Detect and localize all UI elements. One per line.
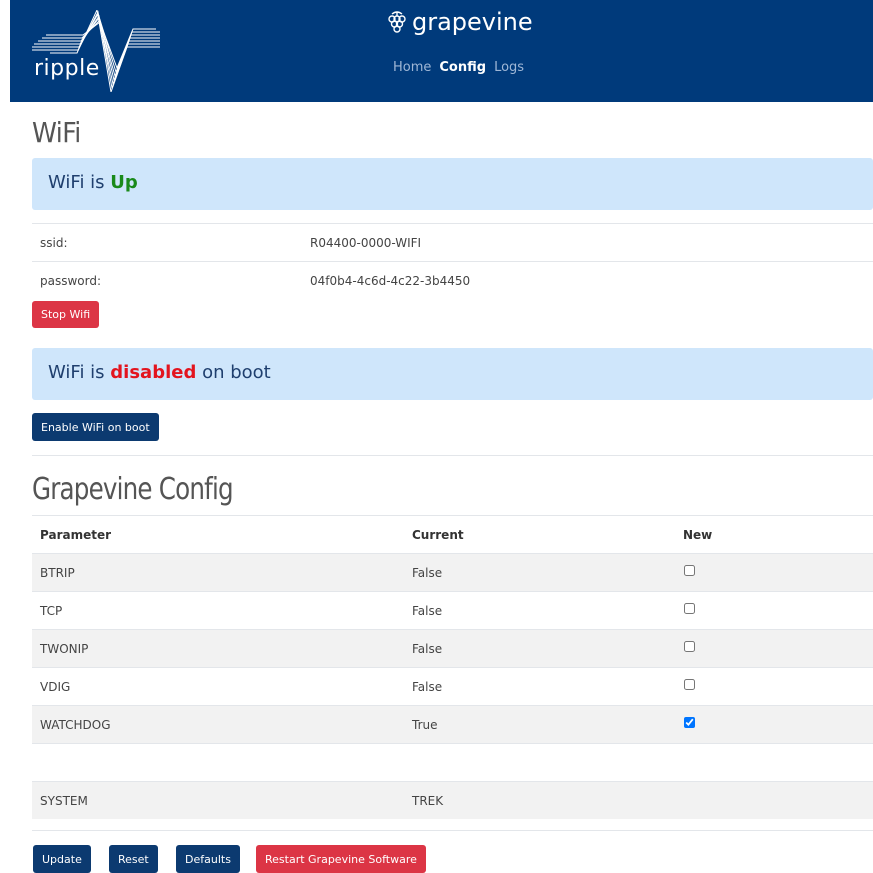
table-bottom-divider xyxy=(32,830,873,831)
table-row: SYSTEM TREK xyxy=(32,781,873,819)
param-current: False xyxy=(412,566,443,580)
param-new-checkbox[interactable] xyxy=(684,603,695,614)
param-name: WATCHDOG xyxy=(40,718,111,732)
ssid-label: ssid: xyxy=(40,236,68,250)
param-current: True xyxy=(412,718,438,732)
col-new: New xyxy=(683,528,713,542)
param-name: TWONIP xyxy=(40,642,89,656)
wifi-heading: WiFi xyxy=(32,116,81,149)
section-divider xyxy=(32,455,873,456)
boot-suffix: on boot xyxy=(196,362,271,383)
defaults-button[interactable]: Defaults xyxy=(176,845,240,873)
table-header-row: Parameter Current New xyxy=(32,515,873,553)
param-name: SYSTEM xyxy=(40,794,88,808)
param-current: False xyxy=(412,642,443,656)
wifi-status-prefix: WiFi is xyxy=(48,172,111,193)
table-row: TCP False xyxy=(32,591,873,629)
ripple-logo-text: ripple xyxy=(34,56,100,81)
table-row: BTRIP False xyxy=(32,553,873,591)
param-current: TREK xyxy=(412,794,444,808)
param-name: TCP xyxy=(40,604,63,618)
stop-wifi-button[interactable]: Stop Wifi xyxy=(32,301,100,328)
nav-logs[interactable]: Logs xyxy=(494,60,524,75)
update-button[interactable]: Update xyxy=(33,845,91,873)
main-nav: Home Config Logs xyxy=(393,60,524,75)
param-new-checkbox[interactable] xyxy=(684,679,695,690)
table-row: WATCHDOG True xyxy=(32,705,873,743)
param-new-checkbox[interactable] xyxy=(684,641,695,652)
table-row: VDIG False xyxy=(32,667,873,705)
param-current: False xyxy=(412,680,443,694)
param-new-checkbox[interactable] xyxy=(684,717,695,728)
restart-software-button[interactable]: Restart Grapevine Software xyxy=(256,845,426,873)
enable-wifi-boot-button[interactable]: Enable WiFi on boot xyxy=(32,413,159,441)
boot-status-value: disabled xyxy=(110,362,197,383)
param-name: BTRIP xyxy=(40,566,75,580)
brand-name: grapevine xyxy=(412,8,533,36)
param-current: False xyxy=(412,604,443,618)
nav-config[interactable]: Config xyxy=(439,60,486,75)
table-row xyxy=(32,743,873,781)
reset-button[interactable]: Reset xyxy=(109,845,158,873)
nav-home[interactable]: Home xyxy=(393,60,431,75)
wifi-ssid-row: ssid: R04400-0000-WIFI xyxy=(32,223,873,261)
param-new-checkbox[interactable] xyxy=(684,565,695,576)
param-name: VDIG xyxy=(40,680,71,694)
top-header: ripple grapevine Home Config Logs xyxy=(10,0,873,102)
wifi-password-row: password: 04f0b4-4c6d-4c22-3b4450 xyxy=(32,261,873,299)
password-value: 04f0b4-4c6d-4c22-3b4450 xyxy=(310,274,471,288)
grapevine-brand[interactable]: grapevine xyxy=(386,8,533,36)
wifi-boot-alert: WiFi is disabled on boot xyxy=(32,348,873,400)
ssid-value: R04400-0000-WIFI xyxy=(310,236,422,250)
password-label: password: xyxy=(40,274,102,288)
col-parameter: Parameter xyxy=(40,528,112,542)
wifi-status-value: Up xyxy=(110,172,138,193)
config-heading: Grapevine Config xyxy=(32,472,234,507)
boot-prefix: WiFi is xyxy=(48,362,111,383)
wifi-status-alert: WiFi is Up xyxy=(32,158,873,210)
table-row: TWONIP False xyxy=(32,629,873,667)
col-current: Current xyxy=(412,528,464,542)
grape-icon xyxy=(388,11,406,33)
